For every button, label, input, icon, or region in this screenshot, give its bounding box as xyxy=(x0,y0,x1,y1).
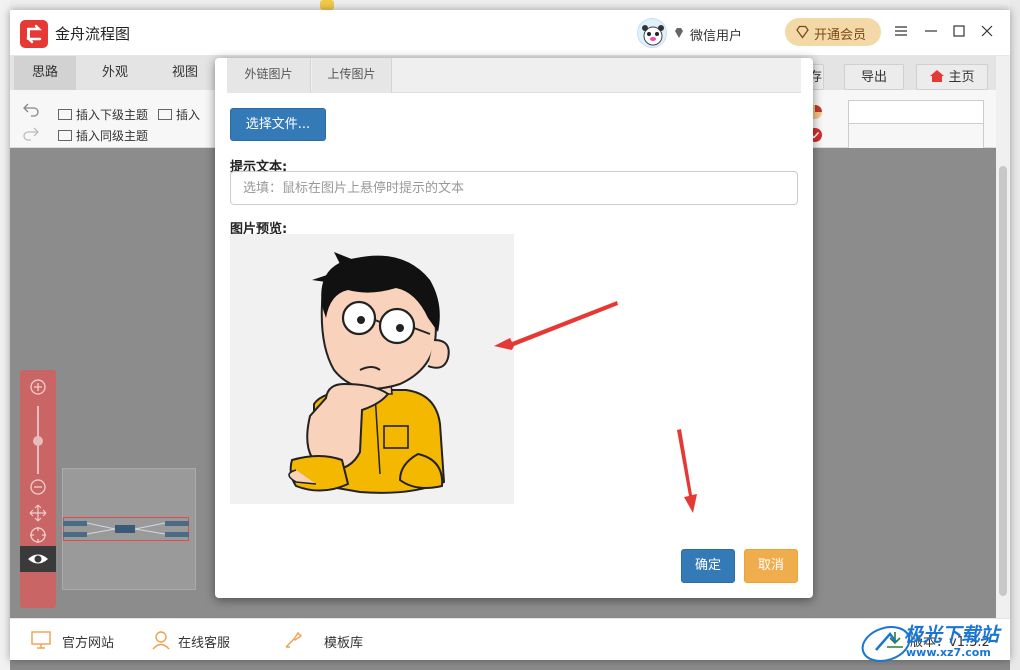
insert-sibling-icon xyxy=(58,130,72,141)
official-website-link[interactable]: 官方网站 xyxy=(62,632,114,651)
search-results-area xyxy=(848,124,984,148)
watermark-brand: 极光下载站 xyxy=(904,624,1000,646)
template-icon xyxy=(285,631,303,648)
confirm-button[interactable]: 确定 xyxy=(681,549,735,583)
maximize-icon[interactable] xyxy=(950,22,968,40)
app-logo-icon xyxy=(20,20,48,48)
insert-other-button[interactable]: 插入 xyxy=(158,106,200,123)
select-file-button[interactable]: 选择文件... xyxy=(230,108,326,141)
menu-icon[interactable] xyxy=(892,22,910,40)
home-label: 主页 xyxy=(948,70,975,85)
home-icon xyxy=(930,70,945,82)
search-field[interactable] xyxy=(848,100,984,124)
minimap[interactable] xyxy=(62,468,196,590)
app-title: 金舟流程图 xyxy=(55,25,131,43)
insert-child-icon xyxy=(58,109,72,120)
tab-appearance[interactable]: 外观 xyxy=(84,56,146,90)
tab-thinking[interactable]: 思路 xyxy=(14,56,76,90)
hint-text-input[interactable] xyxy=(230,171,798,205)
vip-button-label: 开通会员 xyxy=(814,28,867,43)
eye-icon xyxy=(28,554,48,564)
minimap-thumbnail xyxy=(63,521,189,537)
insert-child-button[interactable]: 插入下级主题 xyxy=(58,106,148,123)
insert-other-label: 插入 xyxy=(176,108,201,122)
scrollbar-thumb[interactable] xyxy=(999,166,1007,596)
zoom-in-icon[interactable] xyxy=(29,378,47,396)
image-preview xyxy=(230,234,514,504)
export-button[interactable]: 导出 xyxy=(844,64,904,90)
insert-child-label: 插入下级主题 xyxy=(76,108,149,122)
insert-sibling-button[interactable]: 插入同级主题 xyxy=(58,127,148,144)
zoom-panel xyxy=(20,370,56,608)
customer-service-icon xyxy=(152,631,170,650)
locate-icon[interactable] xyxy=(29,526,47,544)
diamond-icon xyxy=(675,28,683,38)
app-window: 金舟流程图 微信用户 开通会员 思路 外观 视图 插入下级主题 插入 插入同级主… xyxy=(10,10,1010,660)
vertical-scrollbar[interactable] xyxy=(996,56,1010,618)
background-window-top xyxy=(0,0,1020,10)
cancel-button[interactable]: 取消 xyxy=(744,549,798,583)
monitor-icon xyxy=(31,631,51,649)
undo-icon[interactable] xyxy=(22,102,40,118)
minimize-icon[interactable] xyxy=(922,22,940,40)
user-avatar[interactable] xyxy=(637,18,667,48)
preview-toggle[interactable] xyxy=(20,546,56,572)
background-window-right xyxy=(1010,0,1020,670)
tab-upload-image[interactable]: 上传图片 xyxy=(312,58,392,93)
insert-other-icon xyxy=(158,109,172,120)
background-yellow-tab xyxy=(320,0,334,10)
online-service-link[interactable]: 在线客服 xyxy=(178,632,230,651)
template-library-link[interactable]: 模板库 xyxy=(324,632,363,651)
insert-sibling-label: 插入同级主题 xyxy=(76,129,149,143)
tab-external-image[interactable]: 外链图片 xyxy=(227,58,311,93)
tab-view[interactable]: 视图 xyxy=(154,56,216,90)
vip-button[interactable]: 开通会员 xyxy=(785,18,881,46)
close-icon[interactable] xyxy=(978,22,996,40)
background-window-left xyxy=(0,0,10,670)
redo-icon[interactable] xyxy=(22,126,40,142)
diamond-outline-icon xyxy=(796,25,809,39)
insert-image-dialog: 外链图片 上传图片 选择文件... 提示文本: 图片预览: xyxy=(215,58,813,598)
watermark-url: www.xz7.com xyxy=(906,646,991,659)
cartoon-thinking-man-image xyxy=(288,252,450,494)
move-icon[interactable] xyxy=(29,504,47,522)
home-button[interactable]: 主页 xyxy=(916,64,988,90)
dialog-tab-bar: 外链图片 上传图片 xyxy=(227,58,801,93)
zoom-slider-handle[interactable] xyxy=(33,436,43,446)
user-name[interactable]: 微信用户 xyxy=(690,25,742,44)
zoom-out-icon[interactable] xyxy=(29,478,47,496)
title-bar: 金舟流程图 微信用户 开通会员 xyxy=(10,10,1010,56)
